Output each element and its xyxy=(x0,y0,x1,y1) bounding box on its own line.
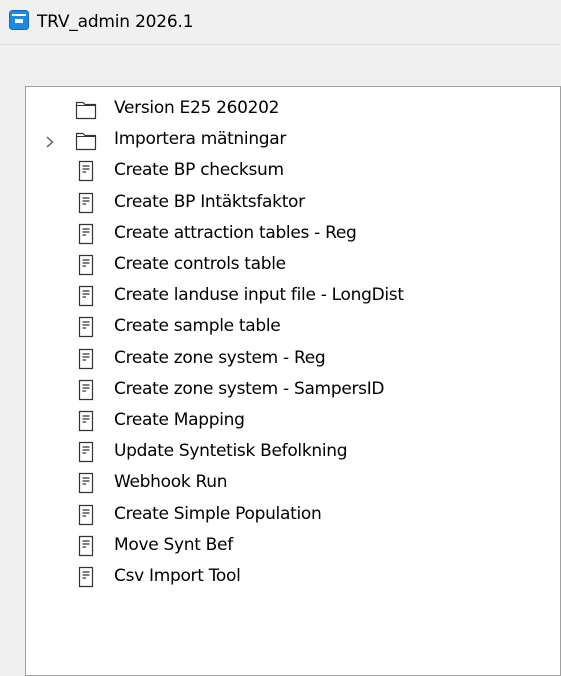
script-document-icon xyxy=(75,315,97,339)
tree-item-label: Create Mapping xyxy=(114,410,245,430)
tree-item[interactable]: Create attraction tables - Reg xyxy=(26,219,560,250)
tree-item-label: Update Syntetisk Befolkning xyxy=(114,441,348,462)
tree-item[interactable]: Importera mätningar xyxy=(26,125,560,156)
script-document-icon xyxy=(75,503,97,527)
chevron-right-icon[interactable] xyxy=(44,134,56,148)
tree-item-label: Create BP Intäktsfaktor xyxy=(114,191,305,212)
tree-item-label: Create BP checksum xyxy=(114,160,284,181)
folder-icon xyxy=(75,128,97,152)
script-document-icon xyxy=(75,191,97,215)
tree-item[interactable]: Create sample table xyxy=(26,312,560,343)
tree-item-label: Create attraction tables - Reg xyxy=(114,222,357,243)
script-document-icon xyxy=(75,471,97,495)
tree-item[interactable]: Create landuse input file - LongDist xyxy=(26,281,560,312)
script-document-icon xyxy=(75,159,97,183)
script-document-icon xyxy=(75,565,97,589)
tree-item[interactable]: Create controls table xyxy=(26,250,560,281)
tree-item-label: Create Simple Population xyxy=(114,503,322,524)
script-document-icon xyxy=(75,253,97,277)
script-document-icon xyxy=(75,534,97,558)
script-document-icon xyxy=(75,440,97,464)
tree-item[interactable]: Create BP checksum xyxy=(26,156,560,187)
title-bar: TRV_admin 2026.1 xyxy=(0,0,559,45)
script-document-icon xyxy=(75,347,97,371)
tree-item-label: Version E25 260202 xyxy=(114,98,280,118)
tree-view[interactable]: Version E25 260202 Importera mätningar Cre… xyxy=(25,86,561,676)
script-document-icon xyxy=(75,409,97,433)
tree-item-label: Create sample table xyxy=(114,316,281,337)
tree-item-label: Create controls table xyxy=(114,254,286,274)
script-document-icon xyxy=(75,284,97,308)
window-title: TRV_admin 2026.1 xyxy=(37,12,194,32)
tree-item[interactable]: Update Syntetisk Befolkning xyxy=(26,437,560,468)
tree-item[interactable]: Create Simple Population xyxy=(26,500,560,531)
tree-item[interactable]: Create BP Intäktsfaktor xyxy=(26,188,560,219)
tree-item-label: Create landuse input file - LongDist xyxy=(114,285,404,306)
tree-item[interactable]: Csv Import Tool xyxy=(26,562,560,593)
tree-item-label: Create zone system - Reg xyxy=(114,347,326,368)
tree-item-label: Move Synt Bef xyxy=(114,534,233,555)
script-document-icon xyxy=(75,222,97,246)
tree-item-label: Create zone system - SampersID xyxy=(114,378,385,399)
tree-item[interactable]: Version E25 260202 xyxy=(26,94,560,125)
tree-item[interactable]: Create zone system - SampersID xyxy=(26,375,560,406)
tree-item[interactable]: Create zone system - Reg xyxy=(26,344,560,375)
tree-item-label: Importera mätningar xyxy=(114,129,287,150)
folder-icon xyxy=(75,97,97,121)
tree-item-label: Webhook Run xyxy=(114,472,228,493)
tree-item[interactable]: Move Synt Bef xyxy=(26,531,560,562)
tree-item[interactable]: Webhook Run xyxy=(26,468,560,499)
app-window-icon xyxy=(9,10,29,30)
tree-item[interactable]: Create Mapping xyxy=(26,406,560,437)
script-document-icon xyxy=(75,378,97,402)
tree-item-label: Csv Import Tool xyxy=(114,566,241,586)
